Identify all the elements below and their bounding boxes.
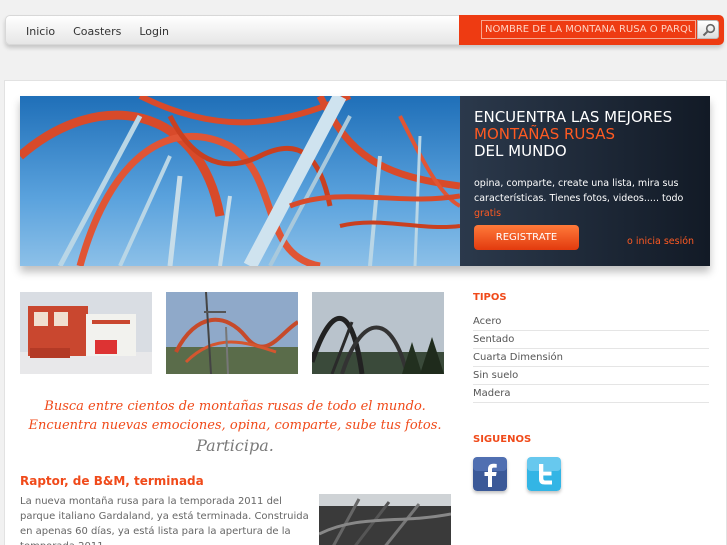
type-item-madera[interactable]: Madera [473,385,709,403]
hero-banner: ENCUENTRA LAS MEJORES MONTAÑAS RUSAS DEL… [20,96,710,266]
search-icon [702,23,716,37]
nav-link-login[interactable]: Login [139,25,169,38]
type-item-sin-suelo[interactable]: Sin suelo [473,367,709,385]
nav-link-coasters[interactable]: Coasters [73,25,121,38]
hero-title-line3: DEL MUNDO [474,142,567,160]
thumbnail-photo-3[interactable] [312,292,444,374]
tagline-line1: Busca entre cientos de montañas rusas de… [44,399,426,414]
article-photo[interactable] [319,494,451,545]
type-item-acero[interactable]: Acero [473,313,709,331]
tagline-line2: Encuentra nuevas emociones, opina, compa… [28,418,442,433]
hero-title-line1: ENCUENTRA LAS MEJORES [474,108,673,126]
types-heading: TIPOS [473,292,507,303]
hero-description-text: opina, comparte, create una lista, mira … [474,178,684,204]
follow-heading: SIGUENOS [473,434,532,445]
thumbnail-photo-1[interactable] [20,292,152,374]
facebook-icon[interactable] [473,457,507,491]
thumbnail-photo-2[interactable] [166,292,298,374]
type-item-cuarta-dimension[interactable]: Cuarta Dimensión [473,349,709,367]
article-body: La nueva montaña rusa para la temporada … [20,496,309,545]
search-bar [459,15,724,45]
main-content: ENCUENTRA LAS MEJORES MONTAÑAS RUSAS DEL… [4,80,727,545]
nav-link-inicio[interactable]: Inicio [26,25,55,38]
twitter-icon[interactable] [527,457,561,491]
main-nav: Inicio Coasters Login [26,16,187,46]
search-button[interactable] [697,20,719,39]
hero-coaster-photo [20,96,460,266]
hero-description-gratis: gratis [474,208,502,219]
article-title[interactable]: Raptor, de B&M, terminada [20,474,204,488]
hero-description: opina, comparte, create una lista, mira … [474,176,699,221]
type-item-sentado[interactable]: Sentado [473,331,709,349]
login-link[interactable]: o inicia sesión [627,236,694,247]
hero-title-accent: MONTAÑAS RUSAS [474,125,615,143]
search-input[interactable] [481,20,696,39]
hero-panel: ENCUENTRA LAS MEJORES MONTAÑAS RUSAS DEL… [460,96,710,266]
types-list: Acero Sentado Cuarta Dimensión Sin suelo… [473,313,709,403]
tagline: Busca entre cientos de montañas rusas de… [20,397,450,457]
tagline-participa: Participa. [196,436,274,455]
register-button[interactable]: REGISTRATE [474,225,579,250]
top-navbar: Inicio Coasters Login [5,15,724,46]
hero-title: ENCUENTRA LAS MEJORES MONTAÑAS RUSAS DEL… [474,109,672,160]
